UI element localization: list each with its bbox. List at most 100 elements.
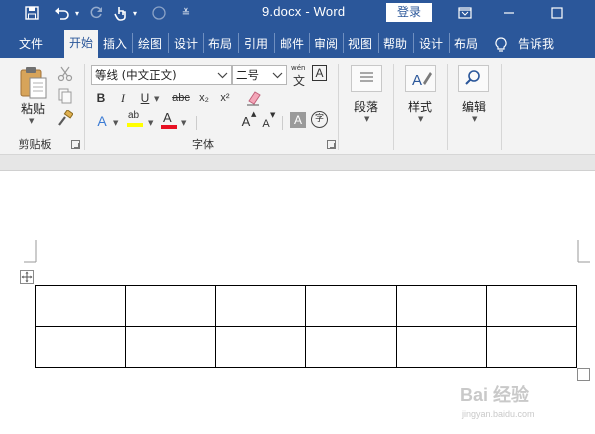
touch-dropdown-icon[interactable]: ▾ bbox=[130, 0, 140, 26]
chevron-down-icon[interactable] bbox=[272, 66, 283, 91]
table-resize-handle[interactable] bbox=[577, 368, 590, 381]
table-cell[interactable] bbox=[305, 285, 397, 327]
tab-references[interactable]: 引用 bbox=[240, 31, 272, 58]
underline-dropdown-icon[interactable]: ▼ bbox=[154, 95, 159, 103]
svg-text:A: A bbox=[412, 72, 422, 89]
customize-toolbar-icon[interactable]: ≚ bbox=[178, 0, 194, 26]
tab-table-layout[interactable]: 布局 bbox=[450, 31, 482, 58]
font-color-bar bbox=[161, 125, 177, 129]
tab-draw[interactable]: 绘图 bbox=[134, 31, 166, 58]
tab-design[interactable]: 设计 bbox=[170, 31, 202, 58]
tab-mailings[interactable]: 邮件 bbox=[276, 31, 308, 58]
font-name-combo[interactable]: 等线 (中文正文) bbox=[91, 65, 232, 85]
touch-mode-icon[interactable] bbox=[112, 0, 130, 26]
highlight-button[interactable]: ab bbox=[126, 110, 146, 132]
table-move-handle[interactable] bbox=[20, 270, 34, 284]
highlight-text: ab bbox=[128, 110, 140, 121]
margin-corner-top-left bbox=[24, 240, 37, 263]
document-title: 9.docx - Word bbox=[262, 4, 346, 19]
font-color-dropdown-icon[interactable]: ▼ bbox=[181, 119, 186, 127]
italic-button[interactable]: I bbox=[116, 89, 130, 107]
paragraph-dropdown-icon[interactable]: ▼ bbox=[364, 115, 369, 123]
table-cell[interactable] bbox=[215, 285, 307, 327]
tab-view[interactable]: 视图 bbox=[344, 31, 376, 58]
editing-button[interactable]: 编辑 bbox=[454, 98, 494, 115]
font-launcher-icon[interactable] bbox=[327, 140, 336, 149]
format-painter-icon[interactable] bbox=[57, 109, 74, 126]
font-group-label: 字体 bbox=[192, 138, 214, 151]
maximize-icon[interactable] bbox=[542, 0, 572, 26]
phonetic-guide-button[interactable]: wén 文 bbox=[290, 64, 310, 88]
table-cell[interactable] bbox=[34, 285, 127, 327]
watermark-main-text: Bai 经验 bbox=[460, 385, 530, 405]
tab-layout[interactable]: 布局 bbox=[204, 31, 236, 58]
tab-insert[interactable]: 插入 bbox=[100, 31, 130, 58]
highlight-dropdown-icon[interactable]: ▼ bbox=[148, 119, 153, 127]
font-name-value: 等线 (中文正文) bbox=[95, 68, 177, 82]
clipboard-group-label: 剪贴板 bbox=[18, 138, 52, 151]
login-button[interactable]: 登录 bbox=[386, 3, 432, 22]
table-cell[interactable] bbox=[395, 285, 487, 327]
table-cell[interactable] bbox=[125, 326, 217, 368]
cut-icon[interactable] bbox=[57, 66, 73, 82]
font-color-text: A bbox=[163, 110, 172, 125]
copy-icon[interactable] bbox=[57, 88, 73, 104]
margin-corner-top-right bbox=[577, 240, 590, 263]
font-size-value: 二号 bbox=[236, 68, 259, 82]
clipboard-launcher-icon[interactable] bbox=[71, 140, 80, 149]
table-row bbox=[34, 326, 578, 368]
styles-button[interactable]: 样式 bbox=[400, 98, 440, 115]
table-cell[interactable] bbox=[395, 326, 487, 368]
ribbon-home: 粘贴 ▼ 剪贴板 等线 (中文正文) 二号 wén 文 A B I U ▼ ab… bbox=[0, 58, 595, 155]
document-table[interactable] bbox=[34, 285, 578, 368]
styles-dropdown-icon[interactable]: ▼ bbox=[418, 115, 423, 123]
char-border-button[interactable]: A bbox=[312, 65, 327, 81]
table-cell[interactable] bbox=[125, 285, 217, 327]
paste-icon[interactable] bbox=[18, 66, 48, 100]
tab-file[interactable]: 文件 bbox=[12, 31, 50, 58]
lightbulb-icon[interactable] bbox=[492, 31, 510, 58]
text-effects-dropdown-icon[interactable]: ▼ bbox=[113, 119, 118, 127]
paragraph-button[interactable]: 段落 bbox=[346, 98, 386, 115]
superscript-button[interactable]: x² bbox=[217, 89, 233, 107]
ribbon-tab-bar: 文件 开始 插入 绘图 设计 布局 引用 邮件 审阅 视图 帮助 设计 布局 告… bbox=[0, 26, 595, 58]
bold-button[interactable]: B bbox=[94, 89, 108, 107]
clear-formatting-icon[interactable] bbox=[245, 89, 263, 107]
ruler-strip bbox=[0, 155, 595, 171]
table-cell[interactable] bbox=[34, 326, 127, 368]
strikethrough-button[interactable]: abc bbox=[170, 89, 192, 107]
font-size-combo[interactable]: 二号 bbox=[232, 65, 287, 85]
styles-icon[interactable]: A bbox=[405, 65, 436, 92]
ribbon-display-icon[interactable] bbox=[450, 0, 480, 26]
table-cell[interactable] bbox=[215, 326, 307, 368]
enclose-char-button[interactable]: 字 bbox=[311, 111, 328, 128]
undo-icon[interactable] bbox=[52, 0, 72, 26]
autosave-icon[interactable] bbox=[150, 0, 168, 26]
table-cell[interactable] bbox=[305, 326, 397, 368]
minimize-icon[interactable] bbox=[494, 0, 524, 26]
tab-review[interactable]: 审阅 bbox=[310, 31, 342, 58]
font-color-button[interactable]: A bbox=[160, 110, 178, 132]
phonetic-top-text: wén bbox=[291, 64, 306, 72]
chevron-down-icon[interactable] bbox=[217, 66, 228, 91]
underline-button[interactable]: U bbox=[138, 89, 152, 107]
undo-dropdown-icon[interactable]: ▾ bbox=[72, 0, 82, 26]
editing-dropdown-icon[interactable]: ▼ bbox=[472, 115, 477, 123]
paragraph-icon[interactable] bbox=[351, 65, 382, 92]
table-cell[interactable] bbox=[485, 285, 578, 327]
paste-dropdown-icon[interactable]: ▼ bbox=[29, 117, 34, 125]
char-shading-button[interactable]: A bbox=[290, 112, 306, 128]
text-effects-button[interactable]: A bbox=[94, 112, 110, 130]
tell-me-search[interactable]: 告诉我 bbox=[518, 31, 564, 58]
tab-home[interactable]: 开始 bbox=[64, 30, 98, 58]
redo-icon[interactable] bbox=[86, 0, 106, 26]
subscript-button[interactable]: x₂ bbox=[196, 89, 212, 107]
paste-button[interactable]: 粘贴 bbox=[16, 100, 50, 117]
table-cell[interactable] bbox=[485, 326, 578, 368]
tab-table-design[interactable]: 设计 bbox=[415, 31, 447, 58]
shrink-arrow-icon: ▼ bbox=[270, 111, 276, 119]
highlight-color-bar bbox=[127, 123, 143, 127]
tab-help[interactable]: 帮助 bbox=[379, 31, 411, 58]
save-icon[interactable] bbox=[22, 0, 42, 26]
search-icon[interactable] bbox=[458, 65, 489, 92]
